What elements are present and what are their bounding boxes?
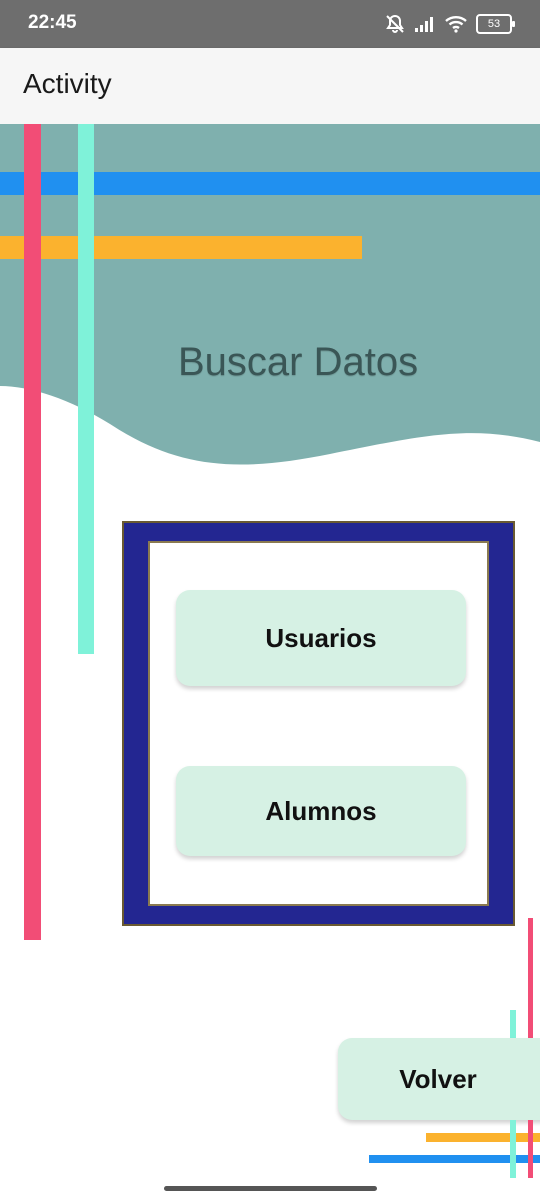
status-time: 22:45 [28,12,77,33]
usuarios-button[interactable]: Usuarios [176,590,466,686]
app-title: Activity [23,68,112,99]
status-bar: 22:45 53 [0,0,540,48]
status-icons: 53 [384,12,515,36]
app-bar: Activity [0,48,540,124]
page-heading: Buscar Datos [178,340,419,384]
battery-icon: 53 [476,14,515,34]
stripe-pink-left [24,124,41,940]
stripe-mint-bottom-overlay [510,1120,516,1178]
silent-icon [386,14,404,33]
volver-button[interactable]: Volver [338,1038,540,1120]
stripe-orange-top [0,236,362,259]
stripe-orange-bottom [426,1133,540,1142]
alumnos-button[interactable]: Alumnos [176,766,466,856]
wifi-icon [445,16,467,33]
signal-icon [415,17,433,32]
stripe-pink-bottom-overlay [528,1120,533,1178]
stripe-mint-left [78,124,94,654]
home-indicator[interactable] [164,1186,377,1191]
menu-card-frame [122,521,515,926]
